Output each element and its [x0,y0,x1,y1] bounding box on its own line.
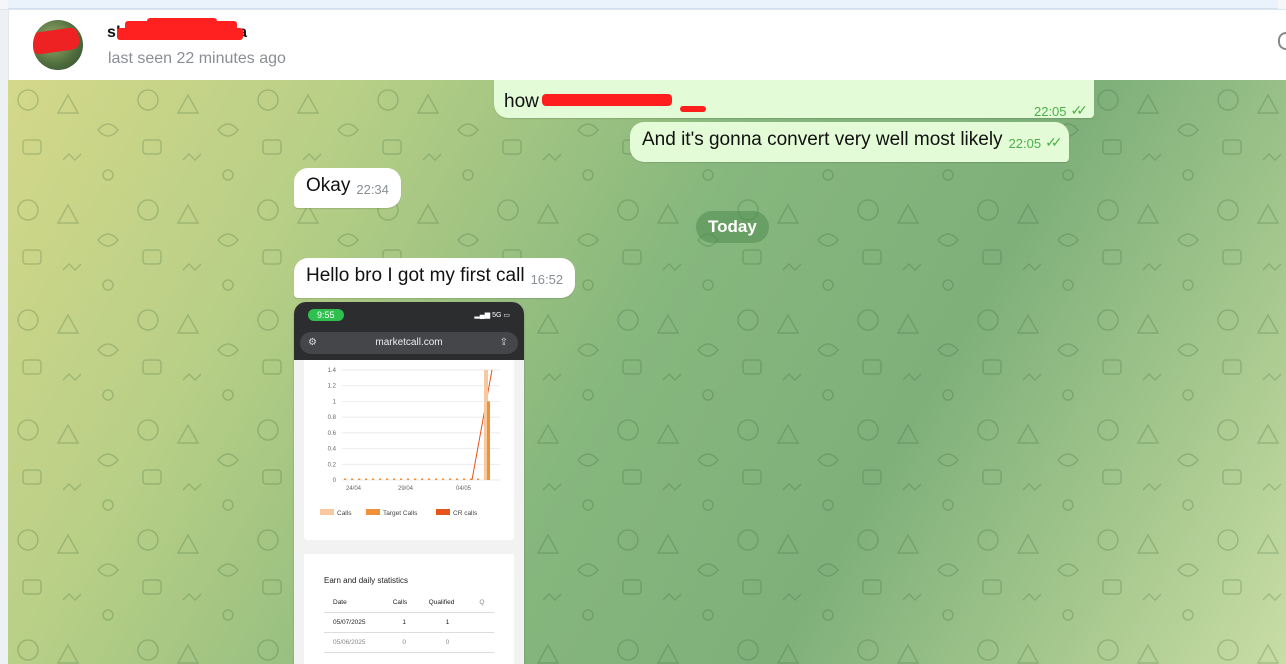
stats-card: Earn and daily statistics Date Calls Qua… [304,554,514,664]
chart-bar [400,478,403,480]
y-tick-label: 0.2 [328,462,337,468]
chart-bar [449,478,452,480]
signal-icon: ▂▄▆ 5G ▭ [474,312,510,319]
message-time: 16:52 [530,272,564,287]
chart-bar [344,478,347,480]
phone-clock: 9:55 [308,309,344,321]
read-receipt-icon: ✓✓ [1070,102,1089,118]
y-tick-label: 1.2 [328,384,337,390]
message-time: 22:34 [356,182,389,197]
chart-bar [487,401,490,480]
message-bubble-in[interactable]: Okay 22:34 [294,168,401,208]
chart-bar [393,478,396,480]
legend-swatch [366,509,380,515]
legend-label: Target Calls [383,510,418,517]
legend-swatch [436,509,450,515]
chart-bar [379,478,382,480]
chart-bar [428,478,431,480]
chart-card: 1.4 1.2 1 0.8 0.6 0.4 0.2 0 24/04 29/04 04/05 Calls… [304,360,514,540]
site-settings-icon: ⚙ [308,337,317,348]
doodle-pattern [8,80,1286,664]
cell-qualified: 1 [419,612,471,633]
legend-label: Calls [337,510,352,517]
y-tick-label: 0.8 [328,415,337,421]
message-text: Okay [306,175,351,196]
cell-date: 05/06/2025 [324,632,384,653]
chart-bar [442,478,445,480]
legend-label: CR calls [453,510,478,517]
message-time: 22:05 [1008,136,1042,151]
x-tick-label: 29/04 [398,486,414,492]
table-row: 05/07/2025 1 1 [324,612,494,633]
chart-bar [386,478,389,480]
stats-table: Date Calls Qualified Q 05/07/2025 1 1 05… [324,596,494,653]
cell-date: 05/07/2025 [324,612,384,633]
calls-chart: 1.4 1.2 1 0.8 0.6 0.4 0.2 0 24/04 29/04 04/05 Calls… [320,368,500,517]
chart-bar [456,478,459,480]
stats-title: Earn and daily statistics [324,576,409,585]
x-tick-label: 24/04 [346,486,362,492]
message-bubble-out[interactable]: And it's gonna convert very well most li… [630,122,1069,162]
contact-name[interactable]: sha [107,18,247,46]
message-text: And it's gonna convert very well most li… [642,129,1003,150]
table-row: 05/06/2025 0 0 [324,632,494,653]
browser-url: marketcall.com [375,337,443,348]
phone-status-bar: 9:55 ▂▄▆ 5G ▭ ⚙ marketcall.com ⇪ [294,302,524,360]
screenshot-image[interactable]: 9:55 ▂▄▆ 5G ▭ ⚙ marketcall.com ⇪ 1.4 1.2 1… [294,302,524,664]
chat-area[interactable]: how 22:05 ✓✓ And it's gonna convert very … [8,80,1286,664]
call-icon[interactable] [1278,32,1286,50]
chart-bar [372,478,375,480]
chart-bar [358,478,361,480]
network-label: 5G [492,312,502,319]
window-top-strip [0,0,1286,10]
cell-qualified: 0 [419,632,471,653]
avatar-redaction [33,26,81,56]
y-tick-label: 1 [333,399,337,405]
col-q: Q [470,596,494,613]
message-time: 22:05 [1033,104,1067,119]
legend-swatch [320,509,334,515]
x-tick-label: 04/05 [456,486,472,492]
chart-bar [365,478,368,480]
message-text: Hello bro I got my first call [306,265,525,286]
chart-bar [414,478,417,480]
col-calls: Calls [383,596,420,613]
browser-url-bar: ⚙ marketcall.com ⇪ [300,332,518,354]
y-tick-label: 0.6 [328,431,337,437]
text-redaction [680,106,706,112]
chart-bar [463,478,466,480]
share-icon: ⇪ [499,337,508,348]
message-bubble-out[interactable]: how 22:05 ✓✓ [494,80,1094,119]
message-bubble-in[interactable]: Hello bro I got my first call 16:52 [294,258,576,298]
chat-header[interactable]: sha last seen 22 minutes ago [8,10,1286,80]
y-tick-label: 0.4 [328,447,337,453]
col-qualified: Qualified [419,596,471,613]
chart-bar [435,478,438,480]
col-date: Date [324,596,384,613]
day-separator: Today [696,211,769,243]
chart-bar [477,478,480,480]
cell-calls: 1 [383,612,420,633]
text-redaction [542,94,672,106]
chart-bar [421,478,424,480]
message-text: how [504,91,539,112]
y-tick-label: 0 [333,478,337,484]
y-tick-label: 1.4 [328,368,337,374]
cell-calls: 0 [383,632,420,653]
read-receipt-icon: ✓✓ [1045,134,1063,150]
chart-bar [407,478,410,480]
chart-bar [351,478,354,480]
last-seen-status: last seen 22 minutes ago [108,50,286,67]
tab-strip [8,0,1278,9]
contact-avatar[interactable] [33,20,83,70]
name-redaction [117,18,245,42]
